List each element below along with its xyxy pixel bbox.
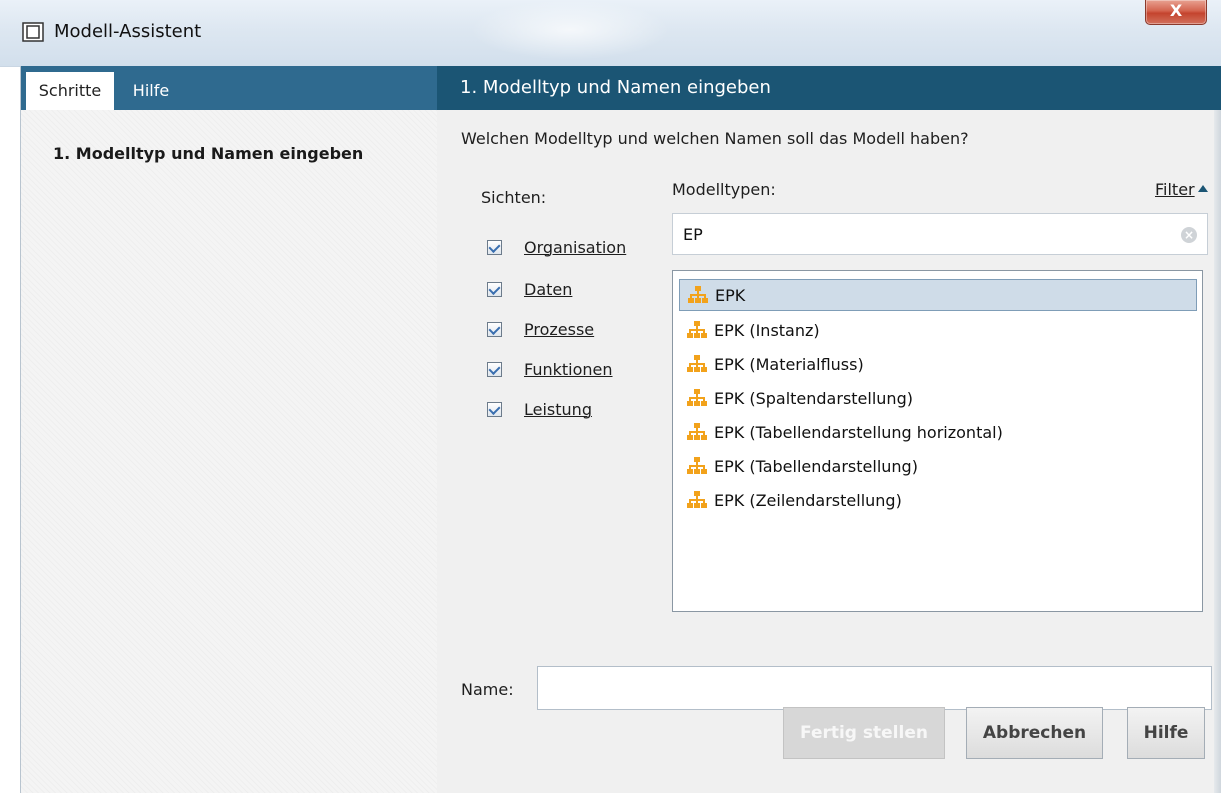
list-item[interactable]: EPK (Materialfluss) xyxy=(679,348,1197,380)
list-item-label: EPK (Spaltendarstellung) xyxy=(714,388,913,408)
page-title: 1. Modelltyp und Namen eingeben xyxy=(460,77,771,98)
title-bar: Modell-Assistent X xyxy=(0,0,1221,67)
name-label: Name: xyxy=(461,680,514,699)
model-type-list[interactable]: EPK EPK (Instanz) EPK (Materialfluss) EP… xyxy=(672,270,1203,612)
question-text: Welchen Modelltyp und welchen Namen soll… xyxy=(461,129,969,148)
list-item-label: EPK (Materialfluss) xyxy=(714,354,864,374)
cancel-button[interactable]: Abbrechen xyxy=(966,707,1103,759)
list-item[interactable]: EPK (Tabellendarstellung) xyxy=(679,450,1197,482)
epk-icon xyxy=(688,286,708,303)
close-icon: X xyxy=(1169,1,1183,20)
list-item-label: EPK (Tabellendarstellung horizontal) xyxy=(714,422,1003,442)
filter-label: Filter xyxy=(1155,180,1195,199)
checkbox-label: Funktionen xyxy=(524,359,613,379)
epk-icon xyxy=(687,321,707,338)
close-button[interactable]: X xyxy=(1145,0,1207,25)
checkbox[interactable] xyxy=(487,401,502,417)
window-icon xyxy=(22,22,44,42)
step-item-1[interactable]: 1. Modelltyp und Namen eingeben xyxy=(53,144,363,163)
view-checkbox-organisation[interactable]: Organisation xyxy=(487,235,626,259)
finish-button[interactable]: Fertig stellen xyxy=(783,707,945,759)
list-item[interactable]: EPK (Zeilendarstellung) xyxy=(679,484,1197,516)
view-checkbox-daten[interactable]: Daten xyxy=(487,277,572,301)
page-header: 1. Modelltyp und Namen eingeben xyxy=(437,66,1221,110)
window-title: Modell-Assistent xyxy=(54,21,202,42)
checkbox-label: Daten xyxy=(524,279,573,299)
left-tab-bar: Schritte Hilfe xyxy=(21,66,438,110)
search-value: EP xyxy=(683,225,703,244)
list-item-label: EPK (Zeilendarstellung) xyxy=(714,490,902,510)
filter-link[interactable]: Filter xyxy=(1155,180,1208,199)
view-checkbox-funktionen[interactable]: Funktionen xyxy=(487,357,613,381)
views-label: Sichten: xyxy=(481,188,547,207)
list-item[interactable]: EPK (Spaltendarstellung) xyxy=(679,382,1197,414)
clear-icon[interactable]: × xyxy=(1181,227,1197,243)
help-button[interactable]: Hilfe xyxy=(1127,707,1205,759)
epk-icon xyxy=(687,457,707,474)
epk-icon xyxy=(687,423,707,440)
model-types-label: Modelltypen: xyxy=(672,180,776,199)
epk-icon xyxy=(687,491,707,508)
checkbox-label: Organisation xyxy=(524,237,627,257)
list-item-label: EPK (Tabellendarstellung) xyxy=(714,456,918,476)
tab-hilfe[interactable]: Hilfe xyxy=(121,72,181,110)
checkbox[interactable] xyxy=(487,281,502,297)
view-checkbox-leistung[interactable]: Leistung xyxy=(487,397,592,421)
title-bar-glare xyxy=(470,0,670,60)
triangle-up-icon xyxy=(1197,185,1208,192)
checkbox-label: Prozesse xyxy=(524,319,595,339)
list-item[interactable]: EPK (Tabellendarstellung horizontal) xyxy=(679,416,1197,448)
epk-icon xyxy=(687,355,707,372)
list-item[interactable]: EPK xyxy=(679,279,1197,311)
checkbox[interactable] xyxy=(487,361,502,377)
view-checkbox-prozesse[interactable]: Prozesse xyxy=(487,317,594,341)
checkbox[interactable] xyxy=(487,239,502,255)
name-input[interactable] xyxy=(537,666,1212,710)
checkbox-label: Leistung xyxy=(524,399,592,419)
epk-icon xyxy=(687,389,707,406)
left-panel: Schritte Hilfe 1. Modelltyp und Namen ei… xyxy=(20,66,439,793)
list-item[interactable]: EPK (Instanz) xyxy=(679,314,1197,346)
model-type-search-input[interactable]: EP × xyxy=(672,213,1208,255)
list-item-label: EPK xyxy=(715,285,746,305)
list-item-label: EPK (Instanz) xyxy=(714,320,820,340)
checkbox[interactable] xyxy=(487,321,502,337)
right-edge xyxy=(1214,110,1221,793)
tab-schritte[interactable]: Schritte xyxy=(26,72,114,110)
